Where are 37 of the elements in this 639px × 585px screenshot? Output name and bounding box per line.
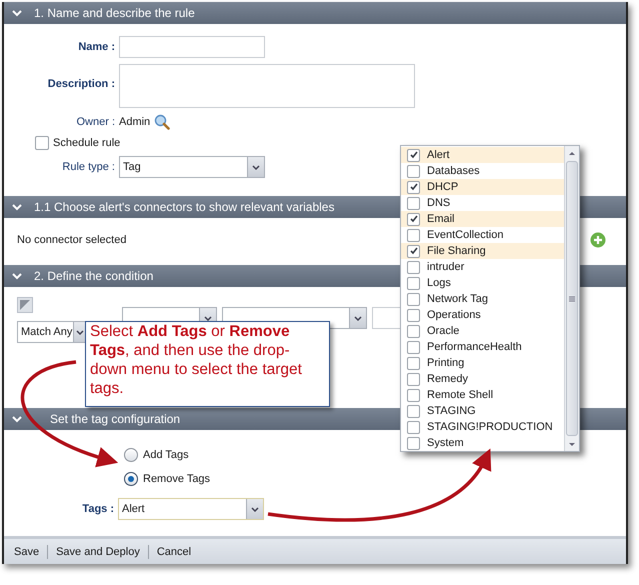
match-select[interactable]: Match Any bbox=[17, 321, 87, 343]
owner-value: Admin bbox=[119, 116, 150, 128]
tag-option[interactable]: Network Tag bbox=[401, 291, 564, 307]
callout-text: Select Add Tags or Remove Tags, and then use the drop-down menu to select the target tags. bbox=[90, 323, 302, 397]
section-title: 1. Name and describe the rule bbox=[34, 6, 195, 20]
radio-label: Add Tags bbox=[143, 449, 189, 461]
radio-label: Remove Tags bbox=[143, 473, 210, 485]
field-label: Description : bbox=[46, 77, 115, 90]
tag-option[interactable]: DHCP bbox=[401, 179, 564, 195]
footer-button[interactable]: Save bbox=[10, 544, 44, 560]
tag-option[interactable]: Alert bbox=[401, 147, 564, 163]
checkbox-label: Schedule rule bbox=[53, 137, 120, 149]
tag-option[interactable]: Oracle bbox=[401, 323, 564, 339]
tag-option[interactable]: Email bbox=[401, 211, 564, 227]
tag-option[interactable]: EventCollection bbox=[401, 227, 564, 243]
footer-button[interactable]: Cancel bbox=[152, 544, 196, 560]
section-title: 2. Define the condition bbox=[34, 269, 154, 283]
field-label: Rule type : bbox=[61, 161, 115, 173]
field-label: Tags : bbox=[81, 503, 114, 515]
status-message: No connector selected bbox=[17, 234, 126, 246]
field-label: Name : bbox=[77, 41, 115, 53]
footer-button[interactable]: Save and Deploy bbox=[52, 544, 144, 560]
tags-select[interactable]: Alert bbox=[118, 498, 264, 520]
tag-option[interactable]: Printing bbox=[401, 355, 564, 371]
section-header[interactable]: 1. Name and describe the rule bbox=[4, 2, 626, 24]
rule-type-select[interactable]: Tag bbox=[119, 156, 265, 178]
tag-option[interactable]: Remote Shell bbox=[401, 387, 564, 403]
tag-option[interactable]: PerformanceHealth bbox=[401, 339, 564, 355]
tag-option[interactable]: File Sharing bbox=[401, 243, 564, 259]
tag-option[interactable]: Databases bbox=[401, 163, 564, 179]
section-title: 1.1 Choose alert's connectors to show relevant variables bbox=[34, 200, 334, 214]
section-title: Set the tag configuration bbox=[49, 412, 180, 426]
field-label: Owner : bbox=[75, 116, 115, 128]
tag-option[interactable]: DNS bbox=[401, 195, 564, 211]
tag-option[interactable]: Operations bbox=[401, 307, 564, 323]
tag-option[interactable]: Remedy bbox=[401, 371, 564, 387]
tag-option[interactable]: System bbox=[401, 435, 564, 451]
